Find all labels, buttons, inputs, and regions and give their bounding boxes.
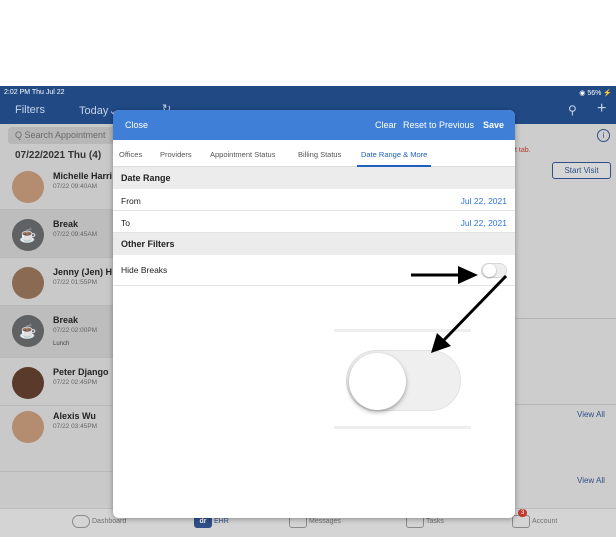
- to-row[interactable]: To Jul 22, 2021: [113, 211, 515, 233]
- appointment-name: Break: [53, 315, 79, 325]
- appointment-time: 07/22 02:45PM: [53, 379, 98, 386]
- coffee-icon: ☕: [12, 219, 44, 251]
- tab-account[interactable]: Account 3: [512, 509, 558, 528]
- appointment-name: Alexis Wu: [53, 411, 96, 421]
- tab-label: Account: [532, 518, 558, 525]
- info-icon[interactable]: i: [597, 129, 610, 142]
- tab-label: Dashboard: [92, 518, 127, 525]
- coffee-icon: ☕: [12, 315, 44, 347]
- tab-providers[interactable]: Providers: [160, 150, 192, 159]
- zoom-divider-bottom: [334, 426, 471, 429]
- start-visit-button[interactable]: Start Visit: [552, 162, 611, 179]
- appointment-name: Michelle Harri: [53, 171, 113, 181]
- filters-modal: Close Clear Reset to Previous Save Offic…: [113, 110, 515, 518]
- appointment-note: Lunch: [53, 341, 70, 347]
- appointment-time: 07/22 01:55PM: [53, 279, 98, 286]
- appointment-name: Break: [53, 219, 79, 229]
- detail-pane: i t tab. Start Visit View All View All: [515, 124, 616, 508]
- close-button[interactable]: Close: [125, 120, 148, 130]
- hide-breaks-toggle[interactable]: [481, 263, 507, 278]
- appointment-time: 07/22 03:45PM: [53, 423, 98, 430]
- today-label: Today: [79, 105, 109, 117]
- appointment-time: 07/22 09:45AM: [53, 231, 98, 238]
- other-filters-section-header: Other Filters: [113, 233, 515, 255]
- hide-breaks-row: Hide Breaks: [113, 255, 515, 286]
- avatar: [12, 411, 44, 443]
- battery-indicator: ◉ 56% ⚡: [579, 90, 612, 97]
- appointment-name: Peter Django: [53, 367, 109, 377]
- status-bar: 2:02 PM Thu Jul 22 ◉ 56% ⚡: [0, 86, 616, 100]
- toggle-knob: [483, 264, 496, 277]
- from-row[interactable]: From Jul 22, 2021: [113, 189, 515, 211]
- zoom-divider-top: [334, 329, 471, 332]
- search-icon[interactable]: ⚲: [568, 103, 577, 117]
- tab-billing-status[interactable]: Billing Status: [298, 150, 341, 159]
- dashboard-icon: [72, 515, 90, 528]
- save-button[interactable]: Save: [483, 120, 504, 130]
- avatar: [12, 367, 44, 399]
- screen: 2:02 PM Thu Jul 22 ◉ 56% ⚡ Filters Today…: [0, 0, 616, 537]
- tab-appointment-status[interactable]: Appointment Status: [210, 150, 275, 159]
- filters-button[interactable]: Filters: [15, 104, 45, 116]
- zoomed-toggle-knob: [349, 353, 406, 410]
- to-date-value[interactable]: Jul 22, 2021: [461, 218, 507, 228]
- date-range-section-header: Date Range: [113, 167, 515, 189]
- filter-tabs: Offices Providers Appointment Status Bil…: [113, 140, 515, 167]
- divider: [515, 318, 616, 319]
- avatar: [12, 171, 44, 203]
- reset-to-previous-button[interactable]: Reset to Previous: [403, 120, 474, 130]
- add-icon[interactable]: +: [597, 100, 606, 118]
- tab-date-range-more[interactable]: Date Range & More: [361, 150, 427, 159]
- hide-breaks-label: Hide Breaks: [121, 265, 168, 275]
- avatar: [12, 267, 44, 299]
- from-date-value[interactable]: Jul 22, 2021: [461, 196, 507, 206]
- view-all-link[interactable]: View All: [577, 476, 605, 485]
- appointment-time: 07/22 09:40AM: [53, 183, 98, 190]
- to-label: To: [121, 218, 130, 228]
- today-button[interactable]: Today⌄: [79, 104, 118, 117]
- divider: [515, 404, 616, 405]
- tab-offices[interactable]: Offices: [119, 150, 142, 159]
- modal-header: Close Clear Reset to Previous Save: [113, 110, 515, 140]
- tab-label: Tasks: [426, 518, 444, 525]
- tab-label: Messages: [309, 518, 341, 525]
- appointment-time: 07/22 02:00PM: [53, 327, 98, 334]
- from-label: From: [121, 196, 141, 206]
- tab-label: EHR: [214, 518, 229, 525]
- appointment-name: Jenny (Jen) H: [53, 267, 113, 277]
- clear-button[interactable]: Clear: [375, 120, 397, 130]
- status-time: 2:02 PM Thu Jul 22: [4, 89, 65, 96]
- date-header: 07/22/2021 Thu (4): [15, 150, 102, 161]
- zoomed-toggle-illustration: [346, 350, 461, 411]
- tab-hint-text: t tab.: [515, 147, 531, 154]
- view-all-link[interactable]: View All: [577, 410, 605, 419]
